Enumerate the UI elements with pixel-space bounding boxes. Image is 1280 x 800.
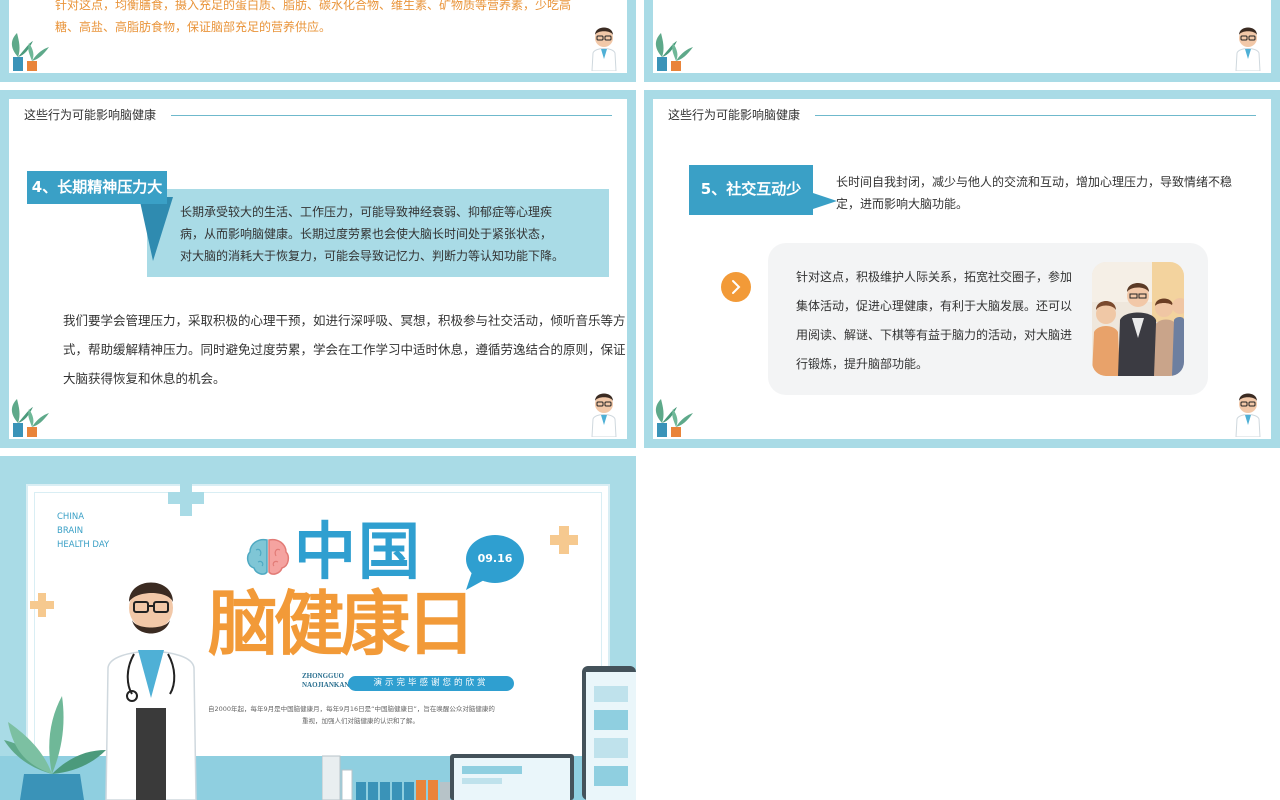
plant-icon xyxy=(11,33,49,71)
slide-header: 这些行为可能影响脑健康 xyxy=(668,108,801,122)
main-title-line: 脑健康日 xyxy=(208,583,476,665)
description-line: 长时间自我封闭，减少与他人的交流和互动，增加心理压力，导致情绪不稳 xyxy=(836,175,1233,189)
description-box: 长期承受较大的生活、工作压力，可能导致神经衰弱、抑郁症等心理疾 病，从而影响脑健… xyxy=(147,189,609,277)
slide-header: 这些行为可能影响脑健康 xyxy=(24,108,157,122)
main-title-line: 中国 xyxy=(294,515,423,588)
body-text-line: 我们要学会管理压力，采取积极的心理干预，如进行深呼吸、冥想，积极参与社交活动，倾… xyxy=(63,313,626,328)
next-arrow-button[interactable] xyxy=(721,272,751,302)
body-text-line: 大脑获得恢复和休息的机会。 xyxy=(63,371,226,386)
monitor-icon xyxy=(450,754,574,800)
slide-thumbnail-1[interactable]: 针对这点，均衡膳食，摄入充足的蛋白质、脂肪、碳水化合物、维生素、矿物质等营养素，… xyxy=(0,0,636,82)
tablet-icon xyxy=(582,666,636,800)
description-line: 病，从而影响脑健康。长期过度劳累也会使大脑长时间处于紧张状态， xyxy=(180,227,553,241)
slide-text-line: 针对这点，均衡膳食，摄入充足的蛋白质、脂肪、碳水化合物、维生素、矿物质等营养素，… xyxy=(55,0,572,12)
potted-plant-icon xyxy=(4,696,106,800)
date-label: 09.16 xyxy=(477,552,513,565)
doctor-icon xyxy=(591,393,617,437)
slide-thumbnail-3[interactable]: 这些行为可能影响脑健康 长期承受较大的生活、工作压力，可能导致神经衰弱、抑郁症等… xyxy=(0,90,636,448)
brain-icon xyxy=(246,538,290,575)
thanks-banner-text: 演示完毕感谢您的欣赏 xyxy=(373,678,489,688)
intro-text-line: 重视，加强人们对脑健康的认识和了解。 xyxy=(302,717,419,725)
section-label: 4、长期精神压力大 xyxy=(27,171,167,204)
header-divider xyxy=(815,115,1256,116)
lab-equipment-icon xyxy=(322,755,450,800)
card-text-line: 针对这点，积极维护人际关系，拓宽社交圈子，参加 xyxy=(796,270,1073,284)
card-text-line: 集体活动，促进心理健康，有利于大脑发展。还可以 xyxy=(796,299,1073,313)
slide-thumbnail-5[interactable]: CHINA BRAIN HEALTH DAY 中国 脑健康日 09.16 ZHO… xyxy=(0,456,636,800)
description-line: 对大脑的消耗大于恢复力，可能会导致记忆力、判断力等认知功能下降。 xyxy=(180,249,565,263)
plus-decoration-icon xyxy=(550,526,578,554)
doctor-icon xyxy=(1235,27,1261,71)
slide-canvas: 针对这点，均衡膳食，摄入充足的蛋白质、脂肪、碳水化合物、维生素、矿物质等营养素，… xyxy=(9,0,627,73)
plant-icon xyxy=(655,33,693,71)
section-label: 5、社交互动少 xyxy=(689,173,813,206)
plant-icon xyxy=(11,399,49,437)
pinyin-line: ZHONGGUO xyxy=(302,672,345,680)
plus-decoration-icon xyxy=(30,593,54,617)
social-group-photo xyxy=(1092,262,1184,376)
slide-canvas: 这些行为可能影响脑健康 5、社交互动少 长时间自我封闭，减少与他人的交流和互动，… xyxy=(653,99,1271,439)
doctor-icon xyxy=(1235,393,1261,437)
doctor-icon xyxy=(591,27,617,71)
label-fold-shape xyxy=(139,197,173,261)
plant-icon xyxy=(655,399,693,437)
english-title-line: CHINA xyxy=(57,512,85,522)
plus-decoration-icon xyxy=(168,480,204,516)
chevron-right-icon xyxy=(732,280,741,294)
intro-text-line: 自2000年起，每年9月是中国脑健康月，每年9月16日是“中国脑健康日”，旨在唤… xyxy=(208,705,495,713)
slide-canvas: 这些行为可能影响脑健康 长期承受较大的生活、工作压力，可能导致神经衰弱、抑郁症等… xyxy=(9,99,627,439)
description-line: 定，进而影响大脑功能。 xyxy=(836,197,969,211)
card-text-line: 用阅读、解谜、下棋等有益于脑力的活动，对大脑进 xyxy=(796,328,1073,342)
slide-text-line: 糖、高盐、高脂肪食物，保证脑部充足的营养供应。 xyxy=(55,20,332,34)
slide-thumbnail-4[interactable]: 这些行为可能影响脑健康 5、社交互动少 长时间自我封闭，减少与他人的交流和互动，… xyxy=(644,90,1280,448)
card-text-line: 行锻炼，提升脑部功能。 xyxy=(796,357,929,371)
doctor-illustration xyxy=(105,582,197,800)
slide-thumbnail-2[interactable] xyxy=(644,0,1280,82)
body-text-line: 式，帮助缓解精神压力。同时避免过度劳累，学会在工作学习中适时休息，遵循劳逸结合的… xyxy=(63,342,626,357)
header-divider xyxy=(171,115,612,116)
english-title-line: BRAIN xyxy=(57,526,84,536)
english-title-line: HEALTH DAY xyxy=(57,540,110,550)
description-line: 长期承受较大的生活、工作压力，可能导致神经衰弱、抑郁症等心理疾 xyxy=(180,205,553,219)
slide-canvas xyxy=(653,0,1271,73)
